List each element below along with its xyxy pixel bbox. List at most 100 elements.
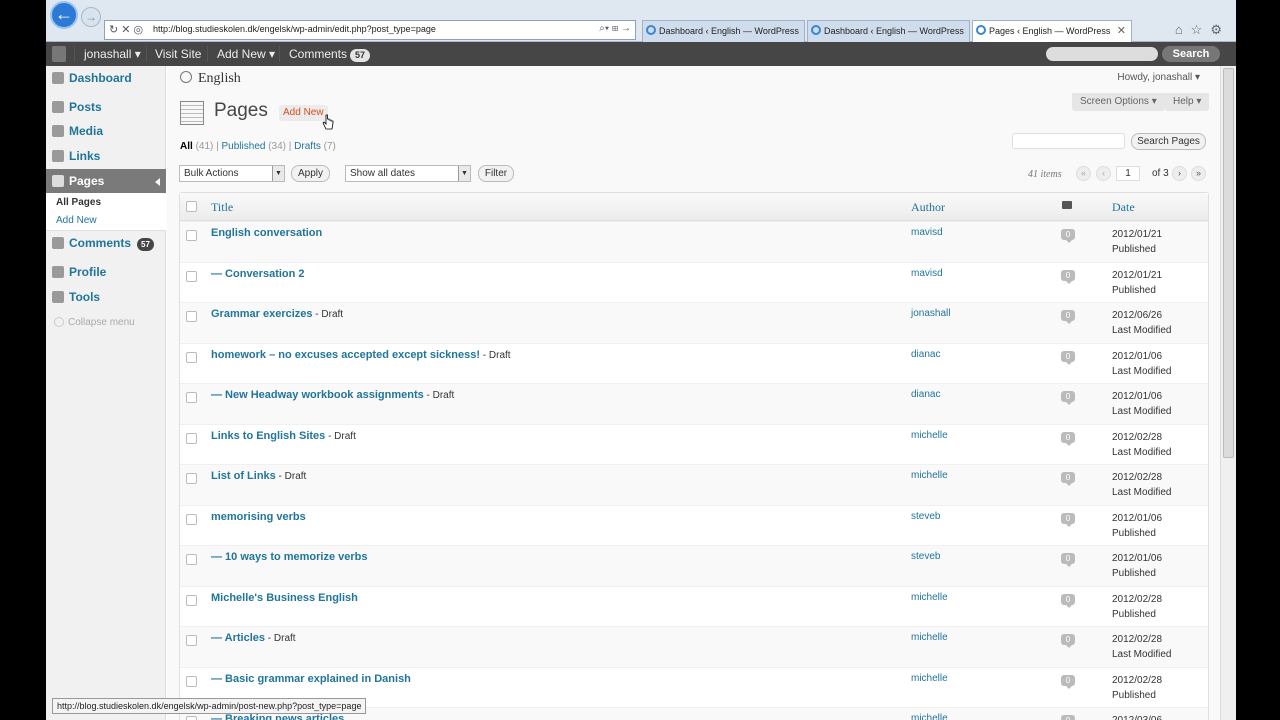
author-link[interactable]: dianac: [911, 389, 940, 400]
comment-count-bubble[interactable]: 0: [1061, 431, 1075, 446]
author-link[interactable]: jonashall: [911, 308, 950, 319]
author-link[interactable]: mavisd: [911, 268, 943, 279]
dates-select[interactable]: Show all dates ▼: [345, 165, 471, 182]
admin-bar-user[interactable]: jonashall ▾: [84, 42, 141, 66]
current-page-input[interactable]: 1: [1116, 166, 1140, 181]
author-link[interactable]: steveb: [911, 511, 940, 522]
comment-count-bubble[interactable]: 0: [1061, 269, 1075, 284]
page-title-link[interactable]: List of Links - Draft: [211, 470, 306, 482]
row-checkbox[interactable]: [186, 230, 197, 241]
vertical-scrollbar[interactable]: [1220, 66, 1236, 720]
page-title-link[interactable]: — Basic grammar explained in Danish: [211, 673, 411, 685]
row-checkbox[interactable]: [186, 554, 197, 565]
page-title-link[interactable]: Grammar exercizes - Draft: [211, 308, 343, 320]
column-date[interactable]: Date: [1112, 200, 1135, 215]
comment-count-bubble[interactable]: 0: [1061, 634, 1075, 648]
browser-tab[interactable]: Dashboard ‹ English — WordPress: [642, 20, 805, 42]
row-checkbox[interactable]: [186, 392, 197, 403]
help-button[interactable]: Help ▾: [1165, 93, 1210, 111]
next-page-button[interactable]: ›: [1172, 166, 1187, 181]
author-link[interactable]: michelle: [911, 430, 948, 441]
page-title-link[interactable]: Links to English Sites - Draft: [211, 430, 356, 442]
address-url[interactable]: http://blog.studieskolen.dk/engelsk/wp-a…: [153, 24, 436, 34]
prev-page-button[interactable]: ‹: [1096, 166, 1111, 181]
page-title-link[interactable]: memorising verbs: [211, 511, 306, 523]
row-checkbox[interactable]: [186, 513, 197, 525]
add-new-menu[interactable]: Add New ▾: [217, 42, 275, 66]
author-link[interactable]: michelle: [911, 673, 948, 684]
comment-count-bubble[interactable]: 0: [1061, 310, 1075, 324]
back-button[interactable]: ←: [50, 1, 78, 29]
submenu-all-pages[interactable]: All Pages: [56, 197, 101, 208]
comment-count-bubble[interactable]: 0: [1061, 391, 1075, 405]
comment-count-bubble[interactable]: 0: [1061, 350, 1075, 365]
author-link[interactable]: steveb: [911, 551, 940, 562]
refresh-icon[interactable]: ↻ ✕ ◎: [109, 23, 143, 36]
author-link[interactable]: michelle: [911, 470, 948, 481]
row-checkbox[interactable]: [186, 635, 197, 646]
address-bar[interactable]: ↻ ✕ ◎ http://blog.studieskolen.dk/engels…: [104, 20, 636, 40]
site-title[interactable]: English: [180, 71, 241, 87]
page-title-link[interactable]: homework – no excuses accepted except si…: [211, 349, 511, 361]
forward-button[interactable]: →: [81, 7, 101, 27]
search-pages-button[interactable]: Search Pages: [1131, 133, 1206, 150]
row-checkbox[interactable]: [186, 432, 197, 444]
scrollbar-thumb[interactable]: [1223, 68, 1234, 458]
comment-count-bubble[interactable]: 0: [1061, 553, 1075, 567]
search-dropdown-icon[interactable]: ⌕▾ ⊞ →: [599, 23, 631, 34]
sidebar-item-pages[interactable]: Pages: [46, 169, 166, 193]
last-page-button[interactable]: »: [1191, 166, 1206, 181]
filter-drafts-link[interactable]: Drafts: [294, 141, 321, 152]
column-title[interactable]: Title: [211, 200, 233, 215]
page-title-link[interactable]: — Conversation 2: [211, 268, 305, 280]
browser-tab-active[interactable]: Pages ‹ English — WordPress ✕: [972, 20, 1132, 42]
author-link[interactable]: michelle: [911, 632, 948, 643]
row-checkbox[interactable]: [186, 594, 197, 606]
page-title-link[interactable]: English conversation: [211, 227, 322, 239]
comment-count-bubble[interactable]: 0: [1061, 674, 1075, 689]
add-new-button[interactable]: Add New: [279, 105, 328, 121]
visit-site-link[interactable]: Visit Site: [155, 42, 201, 66]
comment-count-bubble[interactable]: 0: [1061, 472, 1075, 486]
comment-count-bubble[interactable]: 0: [1061, 593, 1075, 608]
page-title-link[interactable]: — New Headway workbook assignments - Dra…: [211, 389, 454, 401]
row-checkbox[interactable]: [186, 311, 197, 322]
apply-button[interactable]: Apply: [291, 165, 330, 182]
comments-link[interactable]: Comments 57: [289, 42, 371, 66]
search-pages-input[interactable]: [1012, 133, 1125, 149]
row-checkbox[interactable]: [186, 351, 197, 363]
row-checkbox[interactable]: [186, 473, 197, 484]
browser-tab[interactable]: Dashboard ‹ English — WordPress: [807, 20, 970, 42]
collapse-menu[interactable]: Collapse menu: [54, 317, 135, 328]
comment-count-bubble[interactable]: 0: [1061, 229, 1075, 243]
sidebar-item-comments[interactable]: Comments 57: [46, 231, 166, 255]
home-star-gear-icons[interactable]: ⌂☆⚙: [1175, 22, 1230, 38]
row-checkbox[interactable]: [186, 675, 197, 687]
author-link[interactable]: dianac: [911, 349, 940, 360]
comment-count-bubble[interactable]: 0: [1061, 512, 1075, 527]
sidebar-item-dashboard[interactable]: Dashboard: [46, 66, 166, 90]
row-checkbox[interactable]: [186, 270, 197, 282]
sidebar-item-links[interactable]: Links: [46, 144, 166, 168]
comment-count-bubble[interactable]: 0: [1061, 715, 1075, 720]
filter-button[interactable]: Filter: [478, 165, 514, 182]
filter-published-link[interactable]: Published: [222, 141, 266, 152]
screen-options-button[interactable]: Screen Options ▾: [1072, 93, 1165, 111]
user-avatar-icon[interactable]: [52, 46, 66, 62]
sidebar-item-posts[interactable]: Posts: [46, 95, 166, 119]
page-title-link[interactable]: Michelle's Business English: [211, 592, 358, 604]
select-all-checkbox[interactable]: [186, 201, 197, 212]
sidebar-item-profile[interactable]: Profile: [46, 260, 166, 284]
filter-all-link[interactable]: All: [180, 141, 193, 152]
howdy-user[interactable]: Howdy, jonashall ▾: [1117, 72, 1200, 83]
page-title-link[interactable]: — Articles - Draft: [211, 632, 296, 644]
admin-search-button[interactable]: Search: [1162, 46, 1220, 62]
row-checkbox[interactable]: [186, 716, 197, 720]
sidebar-item-tools[interactable]: Tools: [46, 285, 166, 309]
author-link[interactable]: michelle: [911, 592, 948, 603]
first-page-button[interactable]: «: [1076, 166, 1091, 181]
close-tab-icon[interactable]: ✕: [1117, 21, 1126, 41]
author-link[interactable]: michelle: [911, 713, 948, 720]
page-title-link[interactable]: — Breaking news articles: [211, 713, 344, 720]
author-link[interactable]: mavisd: [911, 227, 943, 238]
